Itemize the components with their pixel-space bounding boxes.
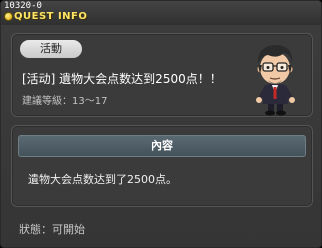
recommended-level: 建議等級：13～17: [22, 96, 108, 107]
title-bar[interactable]: 10320-0 QUEST INFO: [1, 1, 321, 25]
content-header: 內容: [18, 135, 306, 157]
quest-id: 10320-0: [4, 1, 42, 11]
quest-summary-panel: 活動 [活动] 遺物大会点数达到2500点！！ 建議等級：13～17: [11, 33, 313, 117]
gold-orb-icon: [4, 12, 13, 21]
quest-info-window: 10320-0 QUEST INFO 活動 [活动] 遺物大会点数达到2500点…: [0, 0, 322, 248]
category-tag: 活動: [20, 40, 82, 58]
quest-content-panel: 內容 遺物大会点数达到了2500点。: [11, 125, 313, 207]
quest-title: [活动] 遺物大会点数达到2500点！！: [22, 72, 222, 86]
quest-status: 狀態：可開始: [19, 223, 85, 236]
npc-portrait: [256, 45, 295, 116]
window-title: QUEST INFO: [14, 11, 88, 22]
content-description: 遺物大会点数达到了2500点。: [28, 173, 177, 186]
